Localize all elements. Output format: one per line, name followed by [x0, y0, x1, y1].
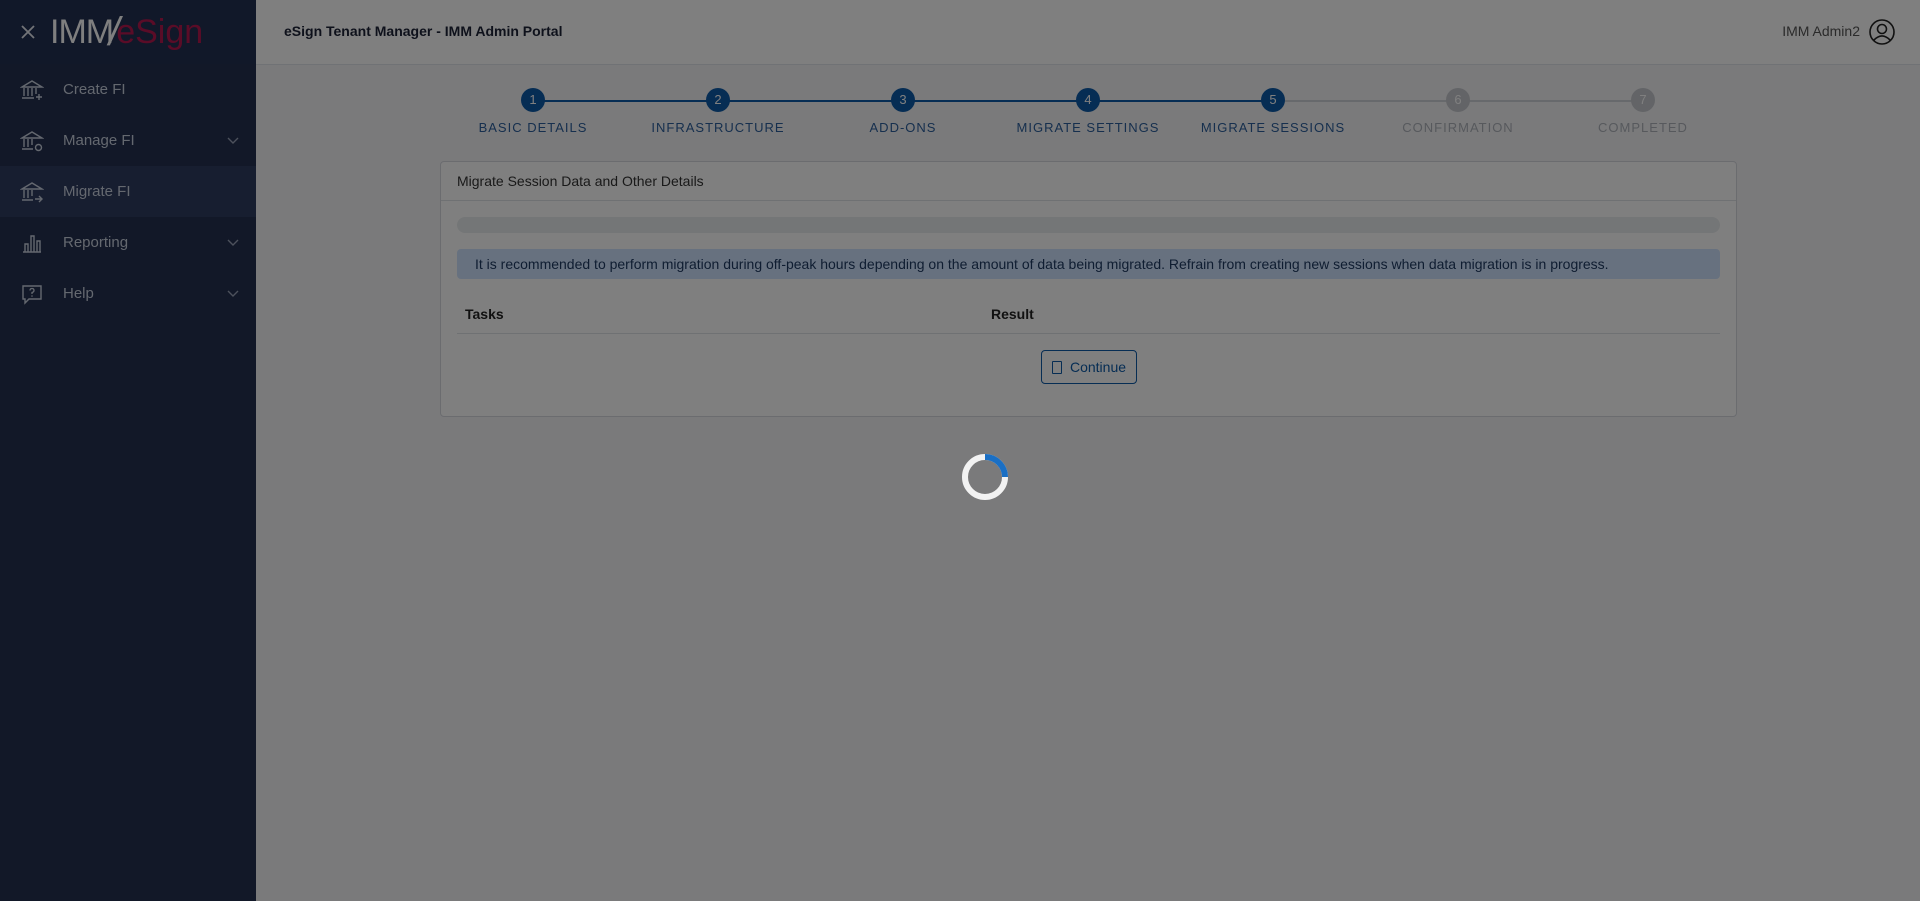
loading-spinner-icon	[962, 454, 1008, 500]
loading-overlay	[0, 0, 1920, 901]
